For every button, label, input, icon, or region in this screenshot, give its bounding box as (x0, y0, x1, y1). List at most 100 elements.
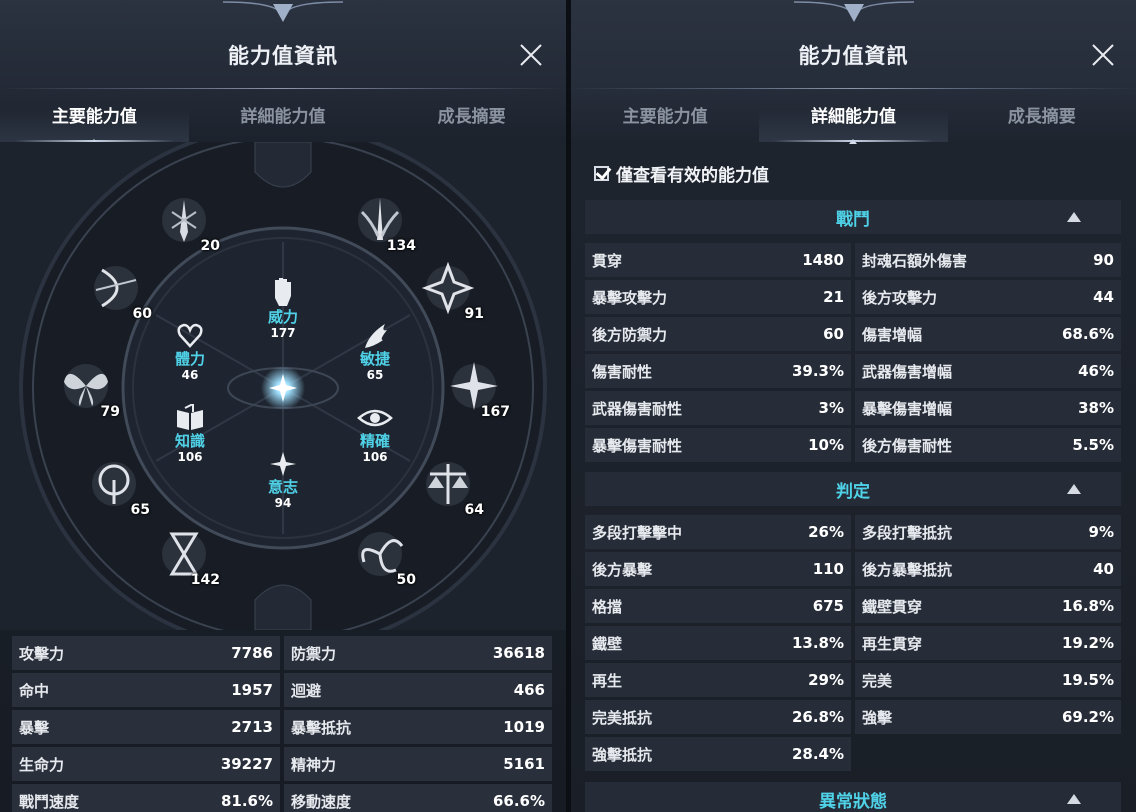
stat-name: 精神力 (291, 755, 337, 774)
stat-value: 44 (1093, 288, 1114, 306)
fist-icon (275, 278, 291, 306)
tab-detailed-stats[interactable]: 詳細能力值 (189, 96, 378, 142)
stat-value: 90 (1093, 251, 1114, 269)
stat-row: 攻擊力 7786 防禦力 36618 (12, 636, 552, 670)
stat-cell: 生命力 39227 (12, 747, 280, 781)
stat-cell: 移動速度 66.6% (284, 784, 552, 812)
section-header-judgement[interactable]: 判定 (585, 472, 1121, 506)
stat-cell: 多段打擊抵抗 9% (855, 515, 1121, 549)
stat-value: 46 (181, 368, 199, 382)
eye-icon (357, 409, 393, 427)
stat-row: 後方暴擊 110 後方暴擊抵抗 40 (585, 552, 1121, 586)
stat-value: 106 (177, 450, 203, 464)
engraving-star-icon[interactable]: 91 (420, 260, 484, 322)
checkbox-label: 僅查看有效的能力值 (616, 166, 769, 186)
section-header-combat[interactable]: 戰鬥 (585, 200, 1121, 234)
stat-label: 體力 (174, 350, 205, 368)
stat-cell: 鐵壁 13.8% (585, 626, 851, 660)
only-valid-checkbox[interactable]: 僅查看有效的能力值 (594, 161, 769, 186)
heart-icon (177, 323, 203, 348)
stat-value: 69.2% (1061, 708, 1114, 726)
tab-label: 詳細能力值 (810, 107, 896, 127)
collapse-caret-icon (1067, 212, 1081, 222)
tab-growth-summary[interactable]: 成長摘要 (377, 96, 566, 142)
tab-growth-summary[interactable]: 成長摘要 (948, 96, 1136, 142)
engraving-value: 91 (464, 306, 484, 322)
stat-row: 武器傷害耐性 3% 暴擊傷害增幅 38% (585, 391, 1121, 425)
stat-name: 鐵壁貫穿 (862, 597, 923, 616)
stat-row: 貫穿 1480 封魂石額外傷害 90 (585, 243, 1121, 277)
stat-value: 26% (808, 523, 844, 541)
stat-row: 後方防禦力 60 傷害增幅 68.6% (585, 317, 1121, 351)
stat-name: 完美 (862, 671, 893, 690)
stat-name: 完美抵抗 (592, 708, 653, 727)
stat-cell: 迴避 466 (284, 673, 552, 707)
close-button[interactable] (1088, 40, 1118, 70)
wing-icon (365, 324, 387, 348)
stat-cell: 貫穿 1480 (585, 243, 851, 277)
tab-label: 主要能力值 (51, 107, 137, 127)
tab-main-stats[interactable]: 主要能力值 (571, 96, 759, 142)
close-button[interactable] (516, 40, 546, 70)
tab-detailed-stats[interactable]: 詳細能力值 (759, 96, 948, 144)
stat-precision: 精確 106 (335, 404, 415, 464)
stat-name: 鐵壁 (592, 634, 623, 653)
stat-value: 9% (1088, 523, 1114, 541)
stat-value: 21 (823, 288, 844, 306)
stat-value: 46% (1078, 362, 1114, 380)
stat-name: 迴避 (291, 681, 322, 700)
stat-name: 再生 (592, 671, 623, 690)
engraving-scales-icon[interactable]: 64 (420, 456, 484, 518)
tab-bar: 主要能力值 詳細能力值 成長摘要 (0, 96, 566, 144)
stat-cell: 傷害耐性 39.3% (585, 354, 851, 388)
stat-cell: 暴擊 2713 (12, 710, 280, 744)
stat-label: 威力 (267, 308, 298, 326)
stat-name: 暴擊傷害耐性 (592, 436, 683, 455)
stat-row: 格擋 675 鐵壁貫穿 16.8% (585, 589, 1121, 623)
stat-cell: 傷害增幅 68.6% (855, 317, 1121, 351)
engraving-value: 20 (200, 238, 220, 254)
stat-row: 暴擊傷害耐性 10% 後方傷害耐性 5.5% (585, 428, 1121, 462)
section-header-abnormal-status[interactable]: 異常狀態 (585, 782, 1121, 812)
stat-value: 94 (274, 496, 292, 510)
stat-name: 格擋 (592, 597, 623, 616)
engraving-sword-icon[interactable]: 20 (156, 192, 220, 254)
collapse-caret-icon (1067, 484, 1081, 494)
stat-cell: 精神力 5161 (284, 747, 552, 781)
panel-title: 能力值資訊 (228, 44, 338, 68)
stat-value: 29% (808, 671, 844, 689)
stat-cell: 攻擊力 7786 (12, 636, 280, 670)
engraving-butterfly-icon[interactable]: 79 (56, 358, 120, 420)
stat-cell: 命中 1957 (12, 673, 280, 707)
stat-value: 39.3% (791, 362, 844, 380)
stat-value: 40 (1093, 560, 1114, 578)
stat-cell: 戰鬥速度 81.6% (12, 784, 280, 812)
stat-value: 13.8% (791, 634, 844, 652)
stat-name: 暴擊傷害增幅 (862, 399, 953, 418)
engraving-hourglass-icon[interactable]: 142 (156, 526, 220, 588)
engraving-value: 167 (480, 404, 510, 420)
engraving-tree-icon[interactable]: 65 (86, 456, 150, 518)
stat-name: 後方暴擊 (592, 560, 653, 579)
engraving-value: 65 (130, 502, 150, 518)
engraving-bow-icon[interactable]: 60 (88, 260, 152, 322)
stats-panel-detailed: 能力值資訊 主要能力值 詳細能力值 成長摘要 僅查看有效的能力值 戰鬥 貫穿 14… (571, 0, 1136, 812)
engraving-compass-star-icon[interactable]: 167 (446, 358, 510, 420)
stat-value: 2713 (231, 718, 273, 736)
stat-cell: 暴擊抵抗 1019 (284, 710, 552, 744)
tab-bar: 主要能力值 詳細能力值 成長摘要 (571, 96, 1136, 144)
stat-value: 5161 (503, 755, 545, 773)
stat-name: 防禦力 (291, 644, 337, 663)
engraving-wings-icon[interactable]: 134 (352, 192, 416, 254)
tab-label: 主要能力值 (622, 107, 708, 127)
tab-active-marker (849, 139, 858, 144)
stat-cell: 武器傷害增幅 46% (855, 354, 1121, 388)
stat-row: 生命力 39227 精神力 5161 (12, 747, 552, 781)
tab-main-stats[interactable]: 主要能力值 (0, 96, 189, 144)
stat-row: 完美抵抗 26.8% 強擊 69.2% (585, 700, 1121, 734)
stat-name: 強擊抵抗 (592, 745, 653, 764)
engraving-vortex-icon[interactable]: 50 (352, 526, 416, 588)
section-combat: 戰鬥 貫穿 1480 封魂石額外傷害 90 暴擊攻擊力 21 後方攻擊力 44 後方防禦… (585, 200, 1121, 462)
stat-cell: 後方暴擊抵抗 40 (855, 552, 1121, 586)
stat-cell: 武器傷害耐性 3% (585, 391, 851, 425)
